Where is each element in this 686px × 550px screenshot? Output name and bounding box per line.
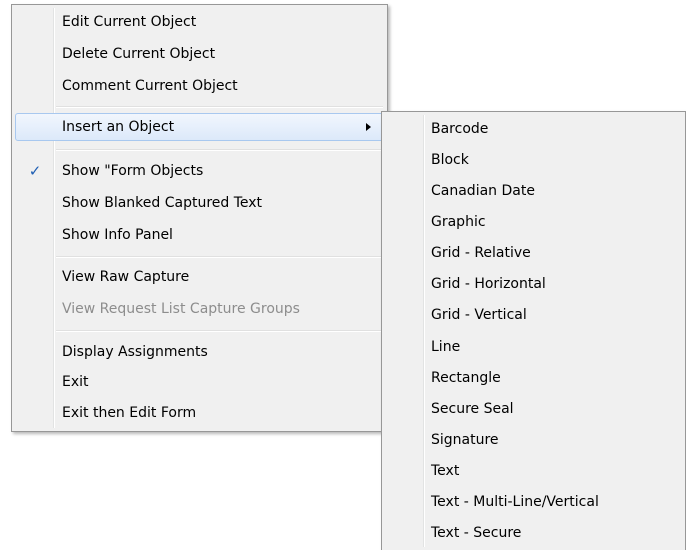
menu-separator: [56, 149, 383, 151]
submenu-item-canadian-date[interactable]: Canadian Date: [385, 177, 682, 205]
submenu-item-label: Text - Multi-Line/Vertical: [431, 494, 599, 510]
menu-item-label: View Request List Capture Groups: [62, 301, 300, 317]
menu-item-comment-current-object[interactable]: Comment Current Object: [15, 72, 384, 100]
submenu-item-signature[interactable]: Signature: [385, 426, 682, 454]
menu-item-exit-then-edit-form[interactable]: Exit then Edit Form: [15, 399, 384, 427]
submenu-item-label: Barcode: [431, 121, 489, 137]
submenu-item-label: Rectangle: [431, 370, 501, 386]
menu-separator: [56, 106, 383, 108]
submenu-item-graphic[interactable]: Graphic: [385, 208, 682, 236]
submenu-item-grid-horizontal[interactable]: Grid - Horizontal: [385, 270, 682, 298]
menu-item-label: Edit Current Object: [62, 14, 197, 30]
submenu-item-grid-vertical[interactable]: Grid - Vertical: [385, 301, 682, 329]
insert-object-submenu: Barcode Block Canadian Date Graphic Grid…: [381, 111, 686, 550]
menu-item-label: Delete Current Object: [62, 46, 216, 62]
menu-item-view-raw-capture[interactable]: View Raw Capture: [15, 263, 384, 291]
submenu-item-label: Grid - Relative: [431, 245, 531, 261]
menu-item-label: Exit then Edit Form: [62, 405, 197, 421]
check-icon: ✓: [28, 162, 42, 180]
menu-item-label: Show "Form Objects: [62, 163, 204, 179]
menu-item-view-request-list-capture-groups: View Request List Capture Groups: [15, 295, 384, 323]
menu-item-label: Show Info Panel: [62, 227, 173, 243]
menu-item-label: View Raw Capture: [62, 269, 190, 285]
submenu-item-label: Grid - Vertical: [431, 307, 527, 323]
menu-item-show-form-objects[interactable]: ✓ Show "Form Objects: [15, 157, 384, 185]
menu-item-display-assignments[interactable]: Display Assignments: [15, 338, 384, 366]
submenu-item-barcode[interactable]: Barcode: [385, 115, 682, 143]
submenu-item-line[interactable]: Line: [385, 333, 682, 361]
submenu-arrow-icon: [363, 114, 373, 140]
submenu-item-grid-relative[interactable]: Grid - Relative: [385, 239, 682, 267]
submenu-item-label: Signature: [431, 432, 499, 448]
context-menu: Edit Current Object Delete Current Objec…: [11, 4, 388, 432]
submenu-item-label: Graphic: [431, 214, 486, 230]
menu-item-label: Insert an Object: [62, 119, 175, 135]
submenu-item-text[interactable]: Text: [385, 457, 682, 485]
submenu-item-label: Grid - Horizontal: [431, 276, 546, 292]
menu-separator: [56, 330, 383, 332]
menu-item-edit-current-object[interactable]: Edit Current Object: [15, 8, 384, 36]
menu-item-label: Show Blanked Captured Text: [62, 195, 263, 211]
menu-item-label: Display Assignments: [62, 344, 208, 360]
submenu-item-secure-seal[interactable]: Secure Seal: [385, 395, 682, 423]
menu-item-label: Comment Current Object: [62, 78, 238, 94]
submenu-item-label: Canadian Date: [431, 183, 535, 199]
menu-item-show-info-panel[interactable]: Show Info Panel: [15, 221, 384, 249]
menu-item-insert-an-object[interactable]: Insert an Object: [15, 113, 384, 141]
submenu-item-text-multi-line-vertical[interactable]: Text - Multi-Line/Vertical: [385, 488, 682, 516]
submenu-item-label: Secure Seal: [431, 401, 514, 417]
submenu-item-label: Text: [431, 463, 460, 479]
submenu-item-text-secure[interactable]: Text - Secure: [385, 519, 682, 547]
submenu-item-label: Block: [431, 152, 469, 168]
submenu-item-block[interactable]: Block: [385, 146, 682, 174]
menu-separator: [56, 256, 383, 258]
submenu-item-rectangle[interactable]: Rectangle: [385, 364, 682, 392]
submenu-item-label: Text - Secure: [431, 525, 522, 541]
menu-item-exit[interactable]: Exit: [15, 368, 384, 396]
submenu-item-label: Line: [431, 339, 461, 355]
menu-item-label: Exit: [62, 374, 89, 390]
menu-item-delete-current-object[interactable]: Delete Current Object: [15, 40, 384, 68]
menu-item-show-blanked-captured-text[interactable]: Show Blanked Captured Text: [15, 189, 384, 217]
